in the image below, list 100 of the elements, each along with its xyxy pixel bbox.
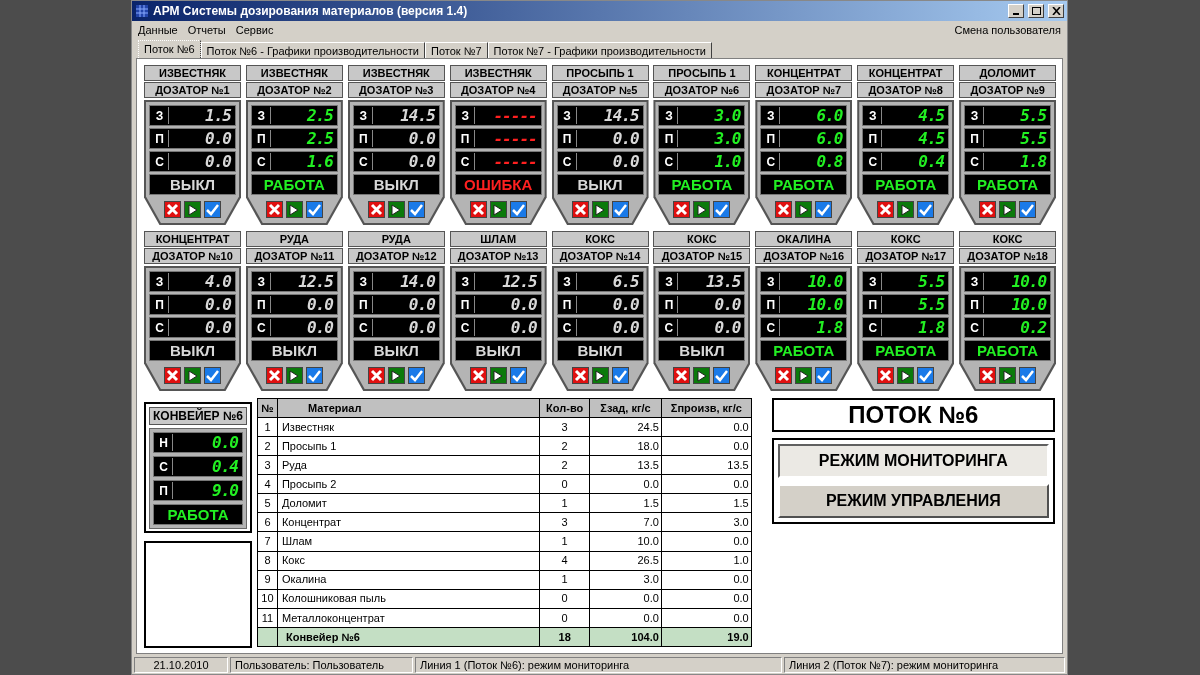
start-button[interactable]: [184, 201, 201, 218]
readout-label: З: [456, 273, 475, 290]
confirm-button[interactable]: [204, 367, 221, 384]
stop-button[interactable]: [979, 201, 997, 218]
confirm-button[interactable]: [509, 201, 527, 218]
readout-value: 5.5: [917, 296, 946, 313]
table-cell: 11: [257, 608, 278, 628]
start-button[interactable]: [693, 367, 711, 384]
start-button[interactable]: [591, 367, 609, 384]
stop-button[interactable]: [877, 367, 895, 384]
stop-button[interactable]: [265, 201, 283, 218]
user-switch-link[interactable]: Смена пользователя: [954, 22, 1061, 39]
stop-button[interactable]: [571, 367, 589, 384]
start-button[interactable]: [795, 201, 813, 218]
start-button[interactable]: [285, 201, 303, 218]
stop-button[interactable]: [571, 201, 589, 218]
stop-button[interactable]: [469, 367, 487, 384]
confirm-button[interactable]: [305, 367, 323, 384]
confirm-button[interactable]: [305, 201, 323, 218]
readout-label: С: [252, 319, 271, 336]
menu-item[interactable]: Сервис: [235, 22, 274, 39]
tab[interactable]: Поток №7 - Графики производительности: [487, 42, 712, 58]
column-header: Материал: [277, 398, 540, 418]
close-icon: [471, 203, 485, 216]
maximize-button[interactable]: [1028, 4, 1044, 18]
close-button[interactable]: [1048, 4, 1064, 18]
stop-button[interactable]: [775, 367, 793, 384]
stop-button[interactable]: [367, 367, 385, 384]
tab[interactable]: Поток №7: [425, 42, 488, 58]
confirm-button[interactable]: [1019, 367, 1037, 384]
readout-label: З: [151, 107, 169, 124]
confirm-button[interactable]: [407, 201, 425, 218]
play-icon: [493, 369, 504, 382]
readout-value: 0.0: [407, 153, 437, 170]
mode-button[interactable]: РЕЖИМ УПРАВЛЕНИЯ: [777, 484, 1049, 518]
readout-label: З: [864, 273, 883, 290]
readout-label: С: [151, 153, 169, 170]
start-button[interactable]: [387, 201, 405, 218]
play-icon: [187, 369, 198, 382]
start-button[interactable]: [285, 367, 303, 384]
readout-value: 0.0: [305, 319, 335, 336]
confirm-button[interactable]: [509, 367, 527, 384]
tab[interactable]: Поток №6 - Графики производительности: [200, 42, 425, 58]
status-display: РАБОТА: [964, 174, 1052, 195]
play-icon: [696, 369, 707, 382]
stop-button[interactable]: [877, 201, 895, 218]
stop-button[interactable]: [164, 367, 181, 384]
confirm-button[interactable]: [611, 367, 629, 384]
doser-label: ДОЗАТОР №2: [245, 82, 343, 98]
table-cell: 19.0: [661, 627, 752, 647]
play-icon: [1002, 369, 1013, 382]
menu-item[interactable]: Данные: [138, 22, 178, 39]
confirm-button[interactable]: [917, 367, 935, 384]
stop-button[interactable]: [673, 367, 691, 384]
start-button[interactable]: [999, 201, 1017, 218]
table-cell: 2: [539, 436, 590, 456]
confirm-button[interactable]: [917, 201, 935, 218]
mode-button[interactable]: РЕЖИМ МОНИТОРИНГА: [777, 444, 1049, 478]
start-button[interactable]: [387, 367, 405, 384]
confirm-button[interactable]: [713, 367, 731, 384]
check-icon: [817, 203, 831, 216]
material-label: КОНЦЕНТРАТ: [144, 231, 241, 247]
start-button[interactable]: [489, 367, 507, 384]
tab[interactable]: Поток №6: [138, 40, 201, 58]
stop-button[interactable]: [673, 201, 691, 218]
confirm-button[interactable]: [815, 201, 833, 218]
stop-button[interactable]: [367, 201, 385, 218]
start-button[interactable]: [184, 367, 201, 384]
start-button[interactable]: [591, 201, 609, 218]
doser-label: ДОЗАТОР №5: [551, 82, 649, 98]
app-icon: [135, 4, 149, 18]
table-cell: 10: [257, 589, 278, 609]
stop-button[interactable]: [265, 367, 283, 384]
play-icon: [493, 203, 504, 216]
close-icon: [267, 369, 281, 382]
confirm-button[interactable]: [815, 367, 833, 384]
confirm-button[interactable]: [713, 201, 731, 218]
stop-button[interactable]: [164, 201, 181, 218]
start-button[interactable]: [999, 367, 1017, 384]
close-icon: [369, 369, 383, 382]
stop-button[interactable]: [775, 201, 793, 218]
confirm-button[interactable]: [1019, 201, 1037, 218]
confirm-button[interactable]: [407, 367, 425, 384]
start-button[interactable]: [693, 201, 711, 218]
table-cell: Доломит: [277, 493, 540, 513]
minimize-button[interactable]: [1008, 4, 1024, 18]
play-icon: [289, 369, 300, 382]
stop-button[interactable]: [469, 201, 487, 218]
menu-item[interactable]: Отчеты: [187, 22, 226, 39]
readout-label: П: [456, 130, 475, 147]
readout-label: З: [966, 273, 985, 290]
confirm-button[interactable]: [611, 201, 629, 218]
start-button[interactable]: [489, 201, 507, 218]
stop-button[interactable]: [979, 367, 997, 384]
start-button[interactable]: [795, 367, 813, 384]
start-button[interactable]: [897, 367, 915, 384]
start-button[interactable]: [897, 201, 915, 218]
confirm-button[interactable]: [204, 201, 221, 218]
readout-label: П: [762, 296, 781, 313]
table-cell: 9: [257, 570, 278, 590]
